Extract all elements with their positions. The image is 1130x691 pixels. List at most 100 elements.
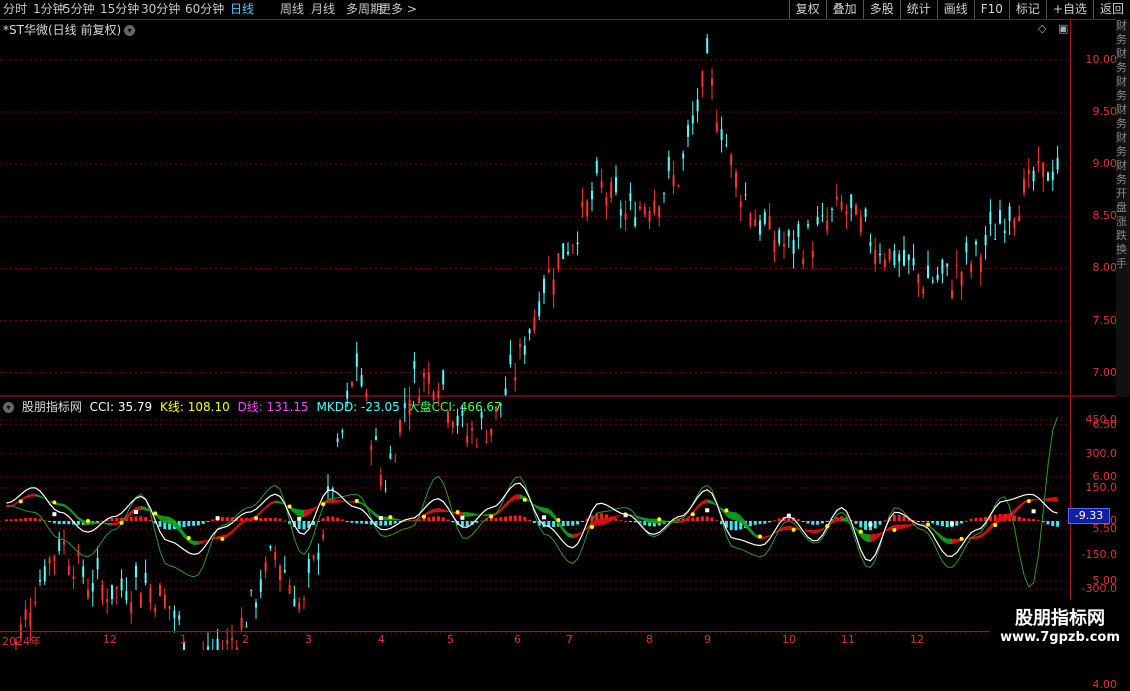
kd-ribbon	[482, 514, 487, 516]
candle-body	[860, 217, 862, 232]
candle-body	[807, 224, 809, 226]
kd-ribbon	[904, 524, 909, 528]
mkdd-bar	[240, 518, 243, 521]
candle-body	[125, 591, 127, 600]
kd-ribbon	[866, 534, 871, 542]
kd-ribbon	[534, 504, 539, 510]
signal-marker	[950, 522, 954, 526]
candle-body	[457, 416, 459, 426]
kd-ribbon	[818, 528, 823, 533]
candle-body	[58, 539, 60, 551]
mkdd-bar	[24, 518, 27, 521]
k-marker	[556, 518, 560, 522]
candle-body	[644, 207, 646, 215]
mkdd-bar	[581, 521, 584, 522]
mkdd-bar	[115, 518, 118, 521]
candle-body	[778, 230, 780, 243]
candle-body	[375, 436, 377, 440]
candle-body	[663, 193, 665, 194]
candle-body	[404, 403, 406, 408]
candle-body	[111, 585, 113, 599]
kd-ribbon	[784, 526, 789, 530]
mkdd-bar	[322, 518, 325, 521]
kd-ribbon	[1034, 499, 1039, 501]
candle-body	[533, 317, 535, 330]
kd-ribbon	[333, 499, 338, 503]
kd-ribbon	[808, 530, 813, 533]
chart-canvas[interactable]	[0, 0, 1130, 650]
mkdd-bar	[816, 521, 819, 525]
side-info-panel[interactable]: 财务财务财务财务财务财务开盘涨跌换手	[1116, 19, 1130, 397]
mkdd-bar	[883, 520, 886, 521]
kd-ribbon	[472, 513, 477, 516]
candle-body	[889, 249, 891, 260]
candle-body	[879, 254, 881, 255]
mkdd-bar	[384, 521, 387, 526]
candle-body	[159, 585, 161, 596]
candle-body	[970, 264, 972, 272]
kd-ribbon	[544, 508, 549, 514]
candle-body	[169, 606, 171, 609]
candle-body	[250, 590, 252, 591]
candle-body	[293, 599, 295, 606]
kd-ribbon	[467, 512, 472, 517]
mkdd-bar	[754, 521, 757, 525]
candle-body	[653, 200, 655, 212]
candle-body	[164, 595, 166, 608]
candle-body	[946, 264, 948, 267]
candle-body	[356, 353, 358, 366]
candle-body	[749, 214, 751, 226]
mkdd-bar	[730, 521, 733, 530]
candle-body	[44, 566, 46, 581]
candle-body	[308, 559, 310, 573]
k-marker	[355, 499, 359, 503]
candle-body	[87, 590, 89, 598]
k-marker	[1027, 499, 1031, 503]
price-tick: 8.50	[1093, 209, 1118, 222]
candle-body	[735, 172, 737, 188]
candle-body	[927, 266, 929, 279]
candle-body	[797, 224, 799, 237]
indicator-tick: 0	[1110, 514, 1117, 527]
candle-body	[601, 181, 603, 187]
candle-body	[145, 573, 147, 583]
candle-body	[178, 615, 180, 619]
candle-body	[831, 209, 833, 210]
mkdd-bar	[874, 521, 877, 528]
candle-body	[509, 355, 511, 364]
kd-ribbon	[59, 503, 64, 507]
mkdd-bar	[207, 521, 210, 522]
kd-ribbon	[261, 506, 266, 514]
candle-body	[116, 587, 118, 589]
candle-body	[965, 242, 967, 252]
candle-body	[130, 602, 132, 613]
kd-ribbon	[616, 515, 621, 518]
kd-ribbon	[429, 509, 434, 515]
kd-ribbon	[347, 501, 352, 503]
mkdd-bar	[130, 517, 133, 521]
kd-ribbon	[899, 524, 904, 529]
candle-body	[490, 429, 492, 436]
candle-body	[826, 221, 828, 231]
mkdd-bar	[192, 521, 195, 526]
candle-body	[485, 441, 487, 442]
candle-body	[461, 410, 463, 415]
candle-body	[562, 243, 564, 259]
mkdd-bar	[303, 521, 306, 530]
mkdd-bar	[802, 521, 805, 522]
mkdd-bar	[274, 518, 277, 521]
candle-body	[481, 412, 483, 418]
date-tick: 4	[378, 633, 385, 646]
mkdd-bar	[427, 517, 430, 521]
candle-body	[745, 194, 747, 195]
candle-body	[836, 196, 838, 199]
candle-body	[29, 612, 31, 626]
indicator-tick: -300.0	[1082, 582, 1117, 595]
mkdd-bar	[931, 521, 934, 523]
kd-ribbon	[909, 524, 914, 527]
mkdd-bar	[495, 518, 498, 521]
candle-body	[716, 122, 718, 131]
mkdd-bar	[135, 516, 138, 521]
date-axis: 2024年12123456789101112	[0, 631, 1130, 651]
signal-marker	[1032, 509, 1036, 513]
